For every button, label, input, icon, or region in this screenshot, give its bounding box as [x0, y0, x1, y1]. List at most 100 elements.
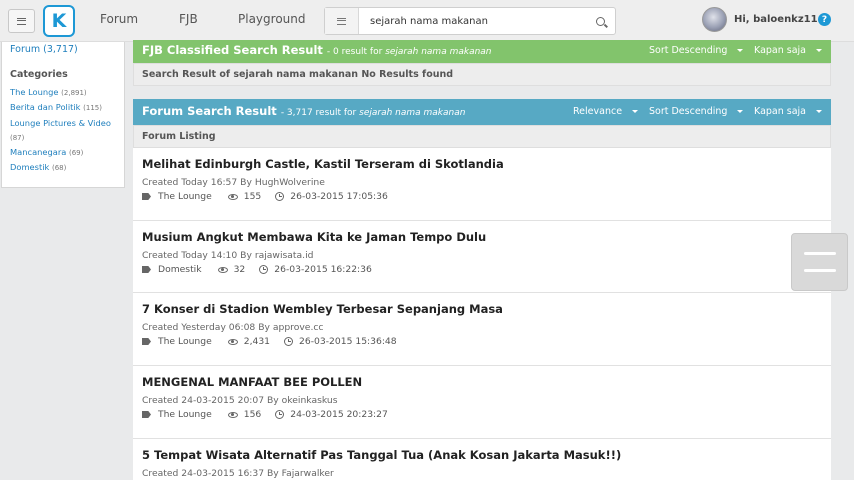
- result-author[interactable]: HughWolverine: [255, 177, 325, 188]
- fjb-no-results-bar: Search Result of sejarah nama makanan No…: [133, 63, 831, 86]
- eye-icon: [227, 411, 238, 418]
- help-icon[interactable]: ?: [818, 13, 831, 26]
- clock-icon: [284, 337, 294, 346]
- forum-time-label: Kapan saja: [754, 106, 807, 117]
- fjb-title-text: FJB Classified Search Result: [142, 43, 323, 57]
- category-item[interactable]: Lounge Pictures & Video (87): [10, 116, 122, 146]
- sidebar: Forum (3,717) Categories The Lounge (2,8…: [1, 42, 125, 188]
- result-created-text: Created 24-03-2015 20:07 By: [142, 395, 279, 406]
- clock-icon: [275, 192, 285, 201]
- chevron-down-icon: [816, 110, 823, 113]
- result-date: 26-03-2015 16:22:36: [274, 264, 372, 275]
- tag-icon: [142, 411, 151, 418]
- result-created: Created Today 14:10 By rajawisata.id: [142, 250, 313, 261]
- result-author[interactable]: Fajarwalker: [282, 468, 334, 479]
- result-views: 156: [243, 409, 262, 420]
- forum-result-header: Forum Search Result - 3,717 result for s…: [133, 99, 831, 125]
- result-title[interactable]: Musium Angkut Membawa Kita ke Jaman Temp…: [142, 230, 486, 244]
- category-name[interactable]: Mancanegara: [10, 147, 66, 157]
- result-meta: Domestik 32 26-03-2015 16:22:36: [142, 264, 372, 275]
- result-category[interactable]: The Lounge: [158, 336, 212, 347]
- category-item[interactable]: Berita dan Politik (115): [10, 100, 122, 115]
- category-item[interactable]: Mancanegara (69): [10, 145, 122, 160]
- result-views: 155: [243, 191, 262, 202]
- search-input[interactable]: [360, 8, 585, 34]
- nav-fjb[interactable]: FJB: [179, 12, 198, 26]
- result-item: Melihat Edinburgh Castle, Kastil Tersera…: [133, 148, 831, 221]
- categories-heading: Categories: [10, 69, 68, 80]
- fjb-time-dropdown[interactable]: Kapan saja: [754, 45, 823, 56]
- floating-menu-button[interactable]: [791, 233, 848, 291]
- result-author[interactable]: rajawisata.id: [255, 250, 314, 261]
- forum-meta-prefix: - 3,717 result for: [280, 108, 357, 118]
- eye-icon: [217, 266, 228, 273]
- nav-forum[interactable]: Forum: [100, 12, 138, 26]
- result-category[interactable]: Domestik: [158, 264, 202, 275]
- menu-button[interactable]: [8, 9, 35, 33]
- fjb-meta-prefix: - 0 result for: [326, 47, 383, 57]
- result-created-text: Created Today 14:10 By: [142, 250, 252, 261]
- avatar[interactable]: [702, 7, 727, 32]
- result-meta: The Lounge 156 24-03-2015 20:23:27: [142, 409, 388, 420]
- fjb-sort-dropdown[interactable]: Sort Descending: [649, 45, 744, 56]
- clock-icon: [275, 410, 285, 419]
- chevron-down-icon: [737, 49, 744, 52]
- forum-listing-label: Forum Listing: [142, 131, 216, 142]
- fjb-time-label: Kapan saja: [754, 45, 807, 56]
- fjb-result-header: FJB Classified Search Result - 0 result …: [133, 40, 831, 63]
- result-views: 2,431: [243, 336, 271, 347]
- chevron-down-icon: [816, 49, 823, 52]
- result-category[interactable]: The Lounge: [158, 191, 212, 202]
- result-title[interactable]: MENGENAL MANFAAT BEE POLLEN: [142, 375, 362, 389]
- result-created: Created 24-03-2015 16:37 By Fajarwalker: [142, 468, 334, 479]
- result-title[interactable]: 7 Konser di Stadion Wembley Terbesar Sep…: [142, 302, 503, 316]
- result-created-text: Created Yesterday 06:08 By: [142, 322, 270, 333]
- result-author[interactable]: approve.cc: [273, 322, 324, 333]
- category-item[interactable]: Domestik (68): [10, 160, 122, 175]
- result-author[interactable]: okeinkaskus: [282, 395, 338, 406]
- sidebar-forum-count[interactable]: Forum (3,717): [10, 44, 78, 55]
- category-name[interactable]: Lounge Pictures & Video: [10, 118, 111, 128]
- forum-sort-label: Sort Descending: [649, 106, 728, 117]
- relevance-label: Relevance: [573, 106, 623, 117]
- top-bar: K Forum FJB Playground Hi, baloenkz11 ?: [0, 0, 854, 42]
- list-icon: [337, 17, 346, 25]
- forum-time-dropdown[interactable]: Kapan saja: [754, 106, 823, 117]
- result-meta: The Lounge 2,431 26-03-2015 15:36:48: [142, 336, 397, 347]
- fjb-sort-label: Sort Descending: [649, 45, 728, 56]
- chevron-down-icon: [632, 110, 639, 113]
- result-created: Created Yesterday 06:08 By approve.cc: [142, 322, 323, 333]
- result-item: Musium Angkut Membawa Kita ke Jaman Temp…: [133, 221, 831, 293]
- eye-icon: [227, 338, 238, 345]
- fjb-result-title: FJB Classified Search Result - 0 result …: [142, 43, 492, 57]
- search-category-button[interactable]: [325, 8, 359, 34]
- fjb-result-meta: - 0 result for sejarah nama makanan: [327, 47, 492, 57]
- hamburger-icon: [17, 17, 26, 25]
- kaskus-logo[interactable]: K: [43, 5, 75, 37]
- relevance-dropdown[interactable]: Relevance: [573, 106, 639, 117]
- result-list: Melihat Edinburgh Castle, Kastil Tersera…: [133, 148, 831, 480]
- category-name[interactable]: The Lounge: [10, 87, 59, 97]
- forum-sort-dropdown[interactable]: Sort Descending: [649, 106, 744, 117]
- fjb-no-results-text: Search Result of sejarah nama makanan No…: [142, 69, 454, 80]
- category-count: (68): [51, 164, 67, 173]
- category-name[interactable]: Domestik: [10, 162, 49, 172]
- menu-bar-icon: [804, 252, 836, 255]
- help-label: ?: [821, 14, 828, 25]
- forum-query: sejarah nama makanan: [359, 108, 466, 118]
- fjb-query: sejarah nama makanan: [385, 47, 492, 57]
- category-name[interactable]: Berita dan Politik: [10, 102, 81, 112]
- result-title[interactable]: 5 Tempat Wisata Alternatif Pas Tanggal T…: [142, 448, 621, 462]
- category-list: The Lounge (2,891) Berita dan Politik (1…: [10, 85, 122, 176]
- search-button[interactable]: [585, 8, 615, 34]
- forum-result-title: Forum Search Result - 3,717 result for s…: [142, 104, 465, 118]
- category-item[interactable]: The Lounge (2,891): [10, 85, 122, 100]
- result-created-text: Created 24-03-2015 16:37 By: [142, 468, 279, 479]
- user-greeting[interactable]: Hi, baloenkz11: [734, 14, 818, 25]
- result-views: 32: [233, 264, 246, 275]
- result-created-text: Created Today 16:57 By: [142, 177, 252, 188]
- result-item: 7 Konser di Stadion Wembley Terbesar Sep…: [133, 293, 831, 366]
- result-category[interactable]: The Lounge: [158, 409, 212, 420]
- nav-playground[interactable]: Playground: [238, 12, 305, 26]
- result-title[interactable]: Melihat Edinburgh Castle, Kastil Tersera…: [142, 157, 504, 171]
